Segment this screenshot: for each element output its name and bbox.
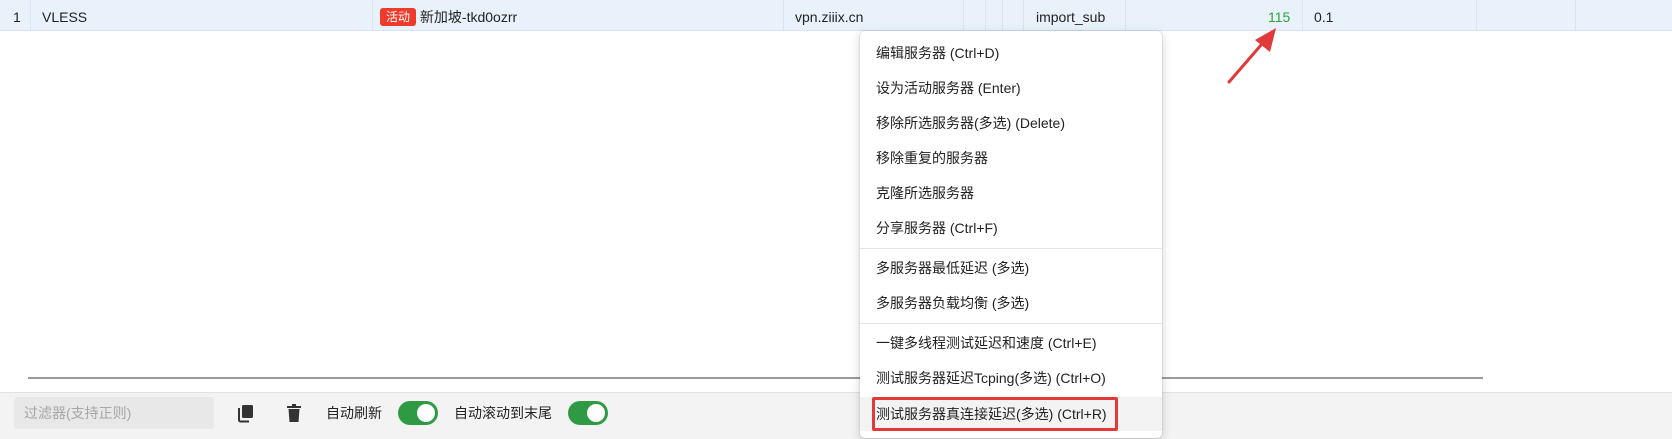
menu-divider <box>860 248 1162 249</box>
column-divider <box>30 0 31 30</box>
menu-item-tcping-test[interactable]: 测试服务器延迟Tcping(多选) (Ctrl+O) <box>860 361 1162 395</box>
bottom-toolbar: 自动刷新 自动滚动到末尾 <box>0 392 1672 439</box>
horizontal-scrollbar[interactable] <box>28 377 1483 379</box>
auto-refresh-toggle[interactable] <box>398 401 438 425</box>
row-index: 1 <box>13 9 21 25</box>
menu-item-edit-server[interactable]: 编辑服务器 (Ctrl+D) <box>860 36 1162 70</box>
filter-input[interactable] <box>14 397 214 429</box>
trash-icon[interactable] <box>282 401 306 425</box>
column-divider <box>1476 0 1477 30</box>
row-address: vpn.ziiix.cn <box>795 9 864 25</box>
row-type: VLESS <box>42 9 88 25</box>
column-divider <box>372 0 373 30</box>
column-divider <box>1125 0 1126 30</box>
menu-item-set-active[interactable]: 设为活动服务器 (Enter) <box>860 71 1162 105</box>
context-menu: 编辑服务器 (Ctrl+D) 设为活动服务器 (Enter) 移除所选服务器(多… <box>860 31 1162 438</box>
toggle-knob <box>587 404 605 422</box>
highlight-annotation-box <box>872 397 1118 431</box>
column-divider <box>1575 0 1576 30</box>
menu-item-remove-duplicates[interactable]: 移除重复的服务器 <box>860 141 1162 175</box>
menu-divider <box>860 323 1162 324</box>
menu-item-lowest-latency[interactable]: 多服务器最低延迟 (多选) <box>860 251 1162 285</box>
column-divider <box>1302 0 1303 30</box>
copy-icon[interactable] <box>234 401 258 425</box>
row-name-cell: 活动 新加坡-tkd0ozrr <box>380 0 517 30</box>
column-divider <box>963 0 964 30</box>
toggle-knob <box>417 404 435 422</box>
annotation-arrow-icon <box>1227 28 1276 84</box>
column-divider <box>985 0 986 30</box>
auto-refresh-label: 自动刷新 <box>326 405 382 421</box>
menu-item-clone-selected[interactable]: 克隆所选服务器 <box>860 176 1162 210</box>
auto-scroll-toggle[interactable] <box>568 401 608 425</box>
column-divider <box>783 0 784 30</box>
menu-item-remove-selected[interactable]: 移除所选服务器(多选) (Delete) <box>860 106 1162 140</box>
auto-scroll-label: 自动滚动到末尾 <box>454 405 552 421</box>
column-divider <box>1002 0 1003 30</box>
row-speed: 0.1 <box>1314 9 1334 25</box>
row-subscription: import_sub <box>1036 9 1106 25</box>
row-name: 新加坡-tkd0ozrr <box>419 9 518 25</box>
menu-item-load-balance[interactable]: 多服务器负载均衡 (多选) <box>860 286 1162 320</box>
menu-item-share-server[interactable]: 分享服务器 (Ctrl+F) <box>860 211 1162 245</box>
server-row[interactable]: 1 VLESS 活动 新加坡-tkd0ozrr vpn.ziiix.cn imp… <box>0 0 1672 31</box>
active-badge: 活动 <box>380 8 417 27</box>
menu-item-multithread-test[interactable]: 一键多线程测试延迟和速度 (Ctrl+E) <box>860 326 1162 360</box>
column-divider <box>1023 0 1024 30</box>
